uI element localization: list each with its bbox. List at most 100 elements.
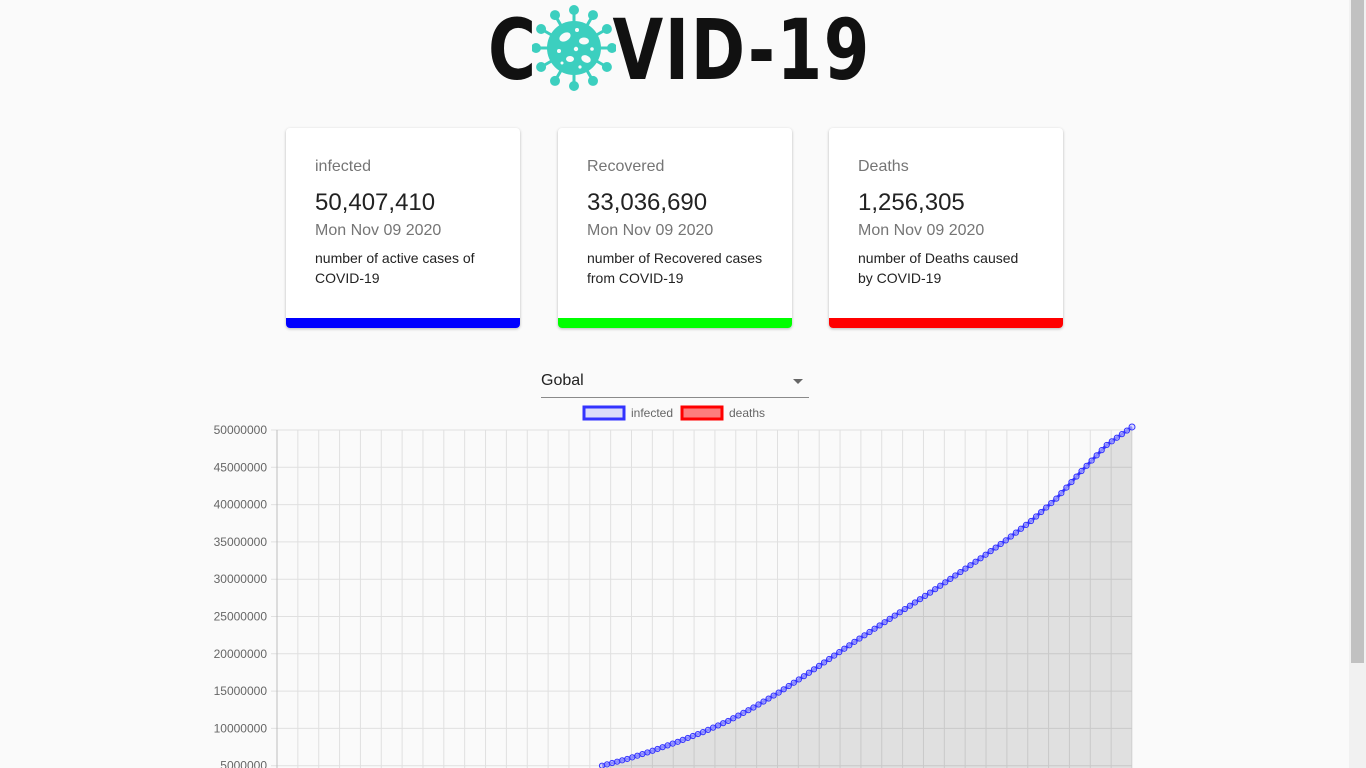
infected-data-point [714,722,722,729]
infected-data-point [947,575,954,583]
infected-data-point [942,579,949,586]
vertical-scrollbar[interactable] [1349,0,1366,768]
infected-data-point [709,724,717,731]
infected-data-point [861,632,868,639]
infected-data-point [982,551,989,558]
infected-data-point [730,715,737,722]
infected-data-point [967,562,974,569]
infected-data-point [1032,513,1040,520]
infected-data-point [977,555,984,562]
infected-data-point [745,707,752,714]
infected-data-point [987,548,994,555]
scrollbar-thumb[interactable] [1351,0,1364,663]
infected-data-point [735,712,742,719]
legend-swatch-deaths [680,405,724,421]
infected-data-point [775,689,782,696]
infected-data-point [896,609,903,616]
infected-data-point [856,635,863,642]
infected-data-point [826,655,833,663]
infected-data-point [921,592,929,600]
infected-data-point [881,619,888,626]
infected-data-point [1022,521,1030,528]
infected-data-point [1017,525,1025,532]
infected-data-point [866,628,873,636]
infected-data-point [1063,484,1070,491]
infected-data-point [740,709,747,716]
infected-data-point [871,625,878,632]
infected-data-point [669,740,676,747]
y-tick-label: 35000000 [214,535,268,549]
infected-data-point [841,645,848,652]
infected-data-point [1027,517,1035,525]
infected-data-point [810,666,818,673]
infected-data-point [831,652,838,659]
infected-data-point [846,642,853,649]
y-tick-label: 20000000 [214,647,268,661]
infected-data-point [997,540,1004,548]
y-tick-label: 25000000 [214,610,268,624]
infected-area-fill [602,427,1132,768]
y-tick-label: 5000000 [220,759,267,768]
infected-data-point [876,622,883,629]
cases-line-chart: infected deaths 50000000 45000000 40000000 35… [214,405,1136,768]
infected-data-point [704,726,712,733]
infected-data-point [1073,473,1080,480]
infected-data-point [952,572,959,579]
infected-data-point [886,615,893,622]
infected-data-point [851,638,858,645]
infected-data-point [720,720,727,727]
infected-data-point [815,662,823,669]
infected-data-point [1012,529,1020,536]
infected-data-point [836,649,843,656]
infected-data-point [659,744,666,751]
infected-data-point [805,669,813,676]
infected-data-point [911,599,919,606]
infected-data-point [603,761,611,768]
infected-data-point [1058,490,1065,497]
infected-data-point [629,754,636,761]
infected-data-point [790,679,797,686]
infected-data-point [1048,500,1055,507]
infected-data-point [1088,457,1095,464]
infected-data-point [926,589,934,596]
y-tick-label: 40000000 [214,498,268,512]
infected-data-point [1038,508,1045,516]
infected-data-point [679,736,686,743]
infected-data-point [1053,495,1060,502]
infected-data-point [1123,427,1131,434]
infected-data-point [1078,467,1085,475]
infected-data-point [654,745,661,753]
infected-data-point [765,695,772,702]
infected-data-point [1043,504,1050,511]
infected-data-point [1118,431,1126,438]
infected-data-point [644,749,651,756]
y-tick-label: 30000000 [214,572,268,586]
infected-data-point [664,742,671,749]
infected-data-point [1093,452,1100,459]
infected-data-point [1108,438,1115,445]
legend-label-deaths: deaths [729,406,765,420]
infected-data-point [957,568,964,576]
infected-data-point [780,686,787,693]
infected-data-point [614,758,621,765]
infected-data-point [649,747,656,754]
legend-label-infected: infected [631,406,673,420]
infected-data-point [694,730,702,738]
infected-data-point [689,732,696,740]
infected-data-point [1103,441,1110,449]
infected-data-point [901,605,908,613]
infected-data-point [972,558,979,565]
y-tick-label: 10000000 [214,721,268,735]
infected-data-point [639,750,646,758]
infected-data-point [1002,537,1009,544]
infected-data-point [674,738,681,745]
infected-data-point [785,682,792,690]
infected-data-point [755,701,762,708]
infected-data-point [795,676,802,683]
y-tick-label: 50000000 [214,423,268,437]
infected-data-point [992,544,999,551]
infected-data-point [916,596,924,603]
infected-data-point [624,755,631,763]
infected-data-point [820,659,828,666]
infected-data-point [699,729,707,736]
